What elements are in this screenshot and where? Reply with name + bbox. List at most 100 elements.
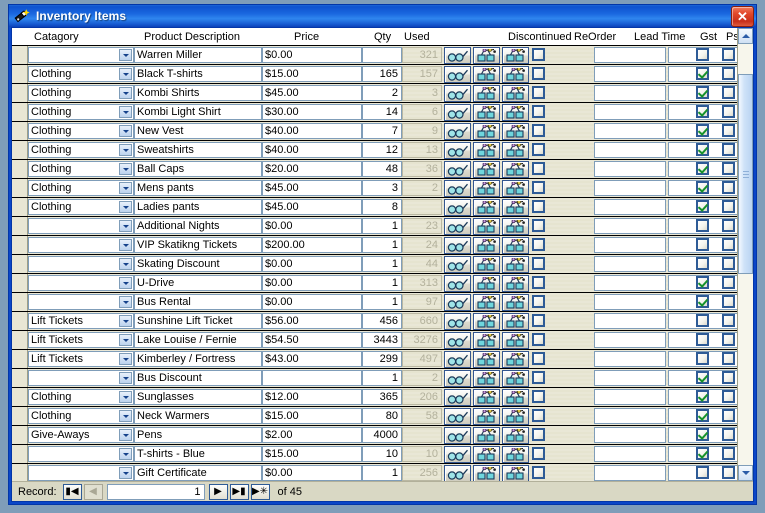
binoculars-icon-button[interactable] xyxy=(502,465,529,481)
discontinued-checkbox[interactable] xyxy=(532,466,545,479)
column-header-price[interactable]: Price xyxy=(294,31,319,44)
scroll-down-icon[interactable] xyxy=(738,465,753,481)
glasses-icon-button[interactable] xyxy=(444,465,471,481)
table-row[interactable]: T-shirts - Blue$15.001010 xyxy=(12,445,737,464)
binoculars-icon-button[interactable] xyxy=(473,256,500,273)
glasses-icon-button[interactable] xyxy=(444,237,471,254)
chevron-down-icon[interactable] xyxy=(119,277,132,289)
chevron-down-icon[interactable] xyxy=(119,391,132,403)
column-header-discontinued[interactable]: Discontinued xyxy=(508,31,572,44)
gst-checkbox[interactable] xyxy=(696,409,709,422)
gst-checkbox[interactable] xyxy=(696,333,709,346)
discontinued-checkbox[interactable] xyxy=(532,257,545,270)
product-description-field[interactable]: Sunglasses xyxy=(134,389,262,405)
column-header-category[interactable]: Catagory xyxy=(34,31,79,44)
table-row[interactable]: Lift TicketsLake Louise / Fernie$54.5034… xyxy=(12,331,737,350)
category-combo[interactable] xyxy=(28,275,134,291)
row-selector[interactable] xyxy=(12,179,28,197)
reorder-field[interactable] xyxy=(594,85,666,101)
column-header-pst[interactable]: Pst xyxy=(726,31,737,44)
glasses-icon-button[interactable] xyxy=(444,123,471,140)
reorder-field[interactable] xyxy=(594,199,666,215)
binoculars-icon-button[interactable] xyxy=(502,427,529,444)
qty-field[interactable]: 365 xyxy=(362,389,402,405)
reorder-field[interactable] xyxy=(594,427,666,443)
chevron-down-icon[interactable] xyxy=(119,334,132,346)
binoculars-icon-button[interactable] xyxy=(502,294,529,311)
category-combo[interactable]: Clothing xyxy=(28,180,134,196)
gst-checkbox[interactable] xyxy=(696,257,709,270)
table-row[interactable]: ClothingKombi Light Shirt$30.00146 xyxy=(12,103,737,122)
qty-field[interactable]: 1 xyxy=(362,465,402,481)
reorder-field[interactable] xyxy=(594,256,666,272)
glasses-icon-button[interactable] xyxy=(444,313,471,330)
row-selector[interactable] xyxy=(12,217,28,235)
gst-checkbox[interactable] xyxy=(696,67,709,80)
qty-field[interactable]: 1 xyxy=(362,294,402,310)
glasses-icon-button[interactable] xyxy=(444,427,471,444)
category-combo[interactable]: Clothing xyxy=(28,389,134,405)
pst-checkbox[interactable] xyxy=(722,143,735,156)
vertical-scrollbar[interactable] xyxy=(737,28,753,481)
category-combo[interactable]: Lift Tickets xyxy=(28,351,134,367)
discontinued-checkbox[interactable] xyxy=(532,428,545,441)
row-selector[interactable] xyxy=(12,388,28,406)
reorder-field[interactable] xyxy=(594,465,666,481)
binoculars-icon-button[interactable] xyxy=(473,161,500,178)
binoculars-icon-button[interactable] xyxy=(473,465,500,481)
category-combo[interactable]: Give-Aways xyxy=(28,427,134,443)
glasses-icon-button[interactable] xyxy=(444,142,471,159)
binoculars-icon-button[interactable] xyxy=(502,313,529,330)
binoculars-icon-button[interactable] xyxy=(502,47,529,64)
product-description-field[interactable]: Sweatshirts xyxy=(134,142,262,158)
reorder-field[interactable] xyxy=(594,66,666,82)
gst-checkbox[interactable] xyxy=(696,181,709,194)
row-selector[interactable] xyxy=(12,160,28,178)
title-bar[interactable]: Inventory Items ✕ xyxy=(9,5,756,27)
gst-checkbox[interactable] xyxy=(696,447,709,460)
qty-field[interactable]: 4000 xyxy=(362,427,402,443)
binoculars-icon-button[interactable] xyxy=(502,332,529,349)
pst-checkbox[interactable] xyxy=(722,200,735,213)
product-description-field[interactable]: Sunshine Lift Ticket xyxy=(134,313,262,329)
binoculars-icon-button[interactable] xyxy=(473,142,500,159)
gst-checkbox[interactable] xyxy=(696,371,709,384)
discontinued-checkbox[interactable] xyxy=(532,86,545,99)
price-field[interactable]: $20.00 xyxy=(262,161,362,177)
qty-field[interactable]: 1 xyxy=(362,370,402,386)
pst-checkbox[interactable] xyxy=(722,86,735,99)
glasses-icon-button[interactable] xyxy=(444,104,471,121)
gst-checkbox[interactable] xyxy=(696,86,709,99)
price-field[interactable]: $30.00 xyxy=(262,104,362,120)
pst-checkbox[interactable] xyxy=(722,124,735,137)
reorder-field[interactable] xyxy=(594,332,666,348)
category-combo[interactable] xyxy=(28,237,134,253)
discontinued-checkbox[interactable] xyxy=(532,447,545,460)
price-field[interactable]: $45.00 xyxy=(262,180,362,196)
category-combo[interactable] xyxy=(28,47,134,63)
pst-checkbox[interactable] xyxy=(722,466,735,479)
discontinued-checkbox[interactable] xyxy=(532,352,545,365)
qty-field[interactable]: 1 xyxy=(362,218,402,234)
reorder-field[interactable] xyxy=(594,142,666,158)
chevron-down-icon[interactable] xyxy=(119,87,132,99)
pst-checkbox[interactable] xyxy=(722,181,735,194)
category-combo[interactable]: Clothing xyxy=(28,199,134,215)
gst-checkbox[interactable] xyxy=(696,466,709,479)
category-combo[interactable]: Clothing xyxy=(28,85,134,101)
qty-field[interactable]: 165 xyxy=(362,66,402,82)
product-description-field[interactable]: VIP Skatikng Tickets xyxy=(134,237,262,253)
price-field[interactable]: $40.00 xyxy=(262,123,362,139)
row-selector[interactable] xyxy=(12,426,28,444)
binoculars-icon-button[interactable] xyxy=(473,313,500,330)
binoculars-icon-button[interactable] xyxy=(502,161,529,178)
price-field[interactable]: $56.00 xyxy=(262,313,362,329)
glasses-icon-button[interactable] xyxy=(444,294,471,311)
binoculars-icon-button[interactable] xyxy=(473,370,500,387)
discontinued-checkbox[interactable] xyxy=(532,333,545,346)
price-field[interactable]: $200.00 xyxy=(262,237,362,253)
price-field[interactable]: $0.00 xyxy=(262,256,362,272)
discontinued-checkbox[interactable] xyxy=(532,390,545,403)
product-description-field[interactable]: Black T-shirts xyxy=(134,66,262,82)
chevron-down-icon[interactable] xyxy=(119,201,132,213)
